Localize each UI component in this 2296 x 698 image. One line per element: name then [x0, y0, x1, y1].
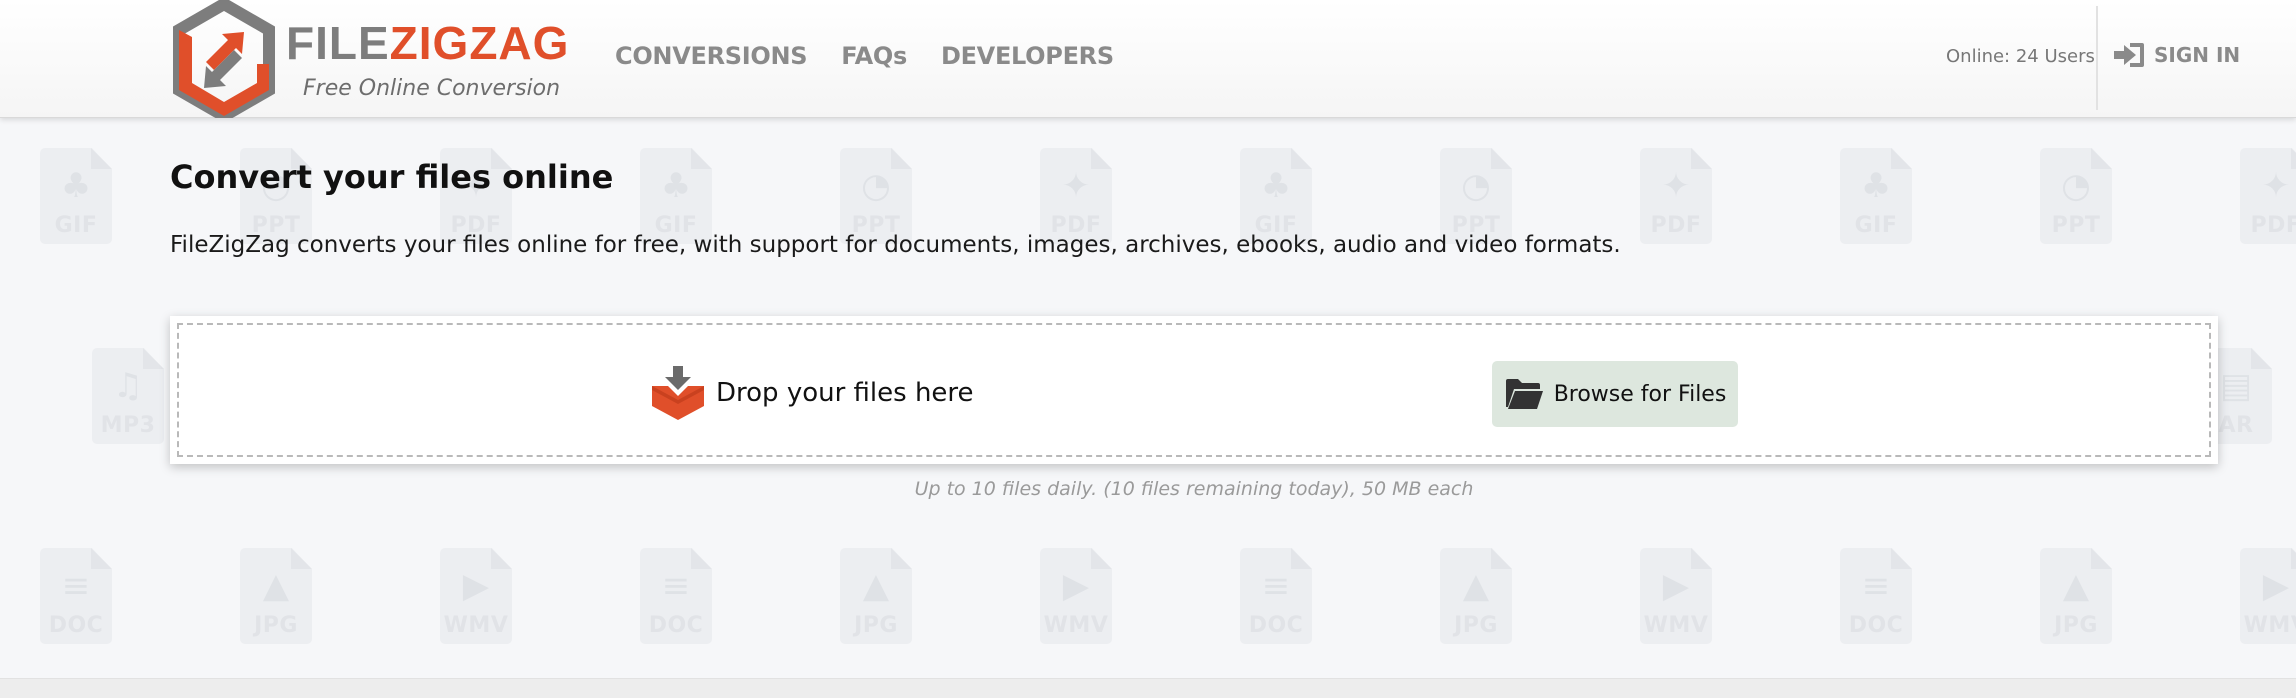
- nav-faqs[interactable]: FAQs: [841, 42, 907, 70]
- drop-target[interactable]: Drop your files here: [650, 364, 974, 422]
- sign-in-icon: [2114, 43, 2144, 67]
- bg-file-icon: ♣ GIF: [640, 148, 712, 244]
- drop-box-icon: [652, 366, 704, 420]
- bg-file-ext: JPG: [254, 613, 298, 638]
- bg-file-ext: GIF: [54, 213, 98, 238]
- bg-file-icon: ♣ GIF: [1240, 148, 1312, 244]
- bg-file-ext: DOC: [1248, 613, 1304, 638]
- intro-text: FileZigZag converts your files online fo…: [170, 232, 1621, 258]
- bg-file-ext: GIF: [1854, 213, 1898, 238]
- file-dropzone[interactable]: Drop your files here Browse for Files: [170, 316, 2218, 464]
- sign-in-label: SIGN IN: [2154, 43, 2241, 67]
- drop-label: Drop your files here: [716, 378, 974, 408]
- bg-file-icon: ▶WMV: [1640, 548, 1712, 644]
- site-header: FILEZIGZAG Free Online Conversion CONVER…: [0, 0, 2296, 118]
- bg-file-icon: ◔ PPT: [2040, 148, 2112, 244]
- bg-file-icon: ♣ GIF: [1840, 148, 1912, 244]
- bg-file-ext: DOC: [48, 613, 104, 638]
- bg-file-icon: ▲ JPG: [840, 548, 912, 644]
- zigzag-logo-icon: [173, 0, 275, 118]
- bg-file-icon: ▲ JPG: [240, 548, 312, 644]
- bg-file-ext: PDF: [2250, 213, 2296, 238]
- bg-file-icon: ✦ PDF: [1640, 148, 1712, 244]
- site-logo[interactable]: FILEZIGZAG Free Online Conversion: [168, 0, 568, 118]
- bg-file-icon: ◔ PPT: [840, 148, 912, 244]
- bg-file-icon: ✦ PDF: [2240, 148, 2296, 244]
- bottom-strip: [0, 678, 2296, 698]
- logo-wordmark: FILEZIGZAG: [286, 20, 569, 66]
- online-users-count: Online: 24 Users: [1946, 46, 2095, 67]
- bg-file-icon: ▲ JPG: [2040, 548, 2112, 644]
- bg-file-ext: JPG: [2054, 613, 2098, 638]
- bg-file-ext: DOC: [1848, 613, 1904, 638]
- bg-file-ext: WMV: [443, 613, 509, 638]
- bg-file-icon: ▶WMV: [1040, 548, 1112, 644]
- bg-file-icon: ♣ GIF: [40, 148, 112, 244]
- nav-developers[interactable]: DEVELOPERS: [941, 42, 1114, 70]
- folder-icon: [1505, 379, 1543, 409]
- sign-in-link[interactable]: SIGN IN: [2112, 40, 2240, 70]
- logo-word-zigzag: ZIGZAG: [389, 17, 570, 69]
- bg-file-ext: WMV: [1643, 613, 1709, 638]
- logo-word-file: FILE: [286, 17, 390, 69]
- browse-files-button[interactable]: Browse for Files: [1492, 361, 1738, 427]
- bg-file-ext: WMV: [1043, 613, 1109, 638]
- nav-conversions[interactable]: CONVERSIONS: [615, 42, 808, 70]
- bg-file-icon: ▶WMV: [440, 548, 512, 644]
- upload-limit-note: Up to 10 files daily. (10 files remainin…: [914, 478, 1474, 500]
- bg-file-ext: JPG: [854, 613, 898, 638]
- bg-file-icon: ▶WMV: [2240, 548, 2296, 644]
- bg-file-icon: ✦ PDF: [1040, 148, 1112, 244]
- bg-file-icon: ◔ PPT: [1440, 148, 1512, 244]
- browse-label: Browse for Files: [1553, 381, 1727, 407]
- logo-tagline: Free Online Conversion: [303, 76, 561, 101]
- bg-file-ext: PDF: [1650, 213, 1702, 238]
- bg-file-icon: ♫ MP3: [92, 348, 164, 444]
- bg-file-ext: WMV: [2243, 613, 2296, 638]
- page-title: Convert your files online: [170, 158, 614, 196]
- bg-file-icon: ≡ DOC: [40, 548, 112, 644]
- bg-file-ext: JPG: [1454, 613, 1498, 638]
- bg-file-ext: PPT: [2051, 213, 2101, 238]
- header-divider: [2096, 6, 2098, 110]
- bg-file-icon: ▲ JPG: [1440, 548, 1512, 644]
- bg-file-icon: ≡ DOC: [640, 548, 712, 644]
- main-nav: CONVERSIONS FAQs DEVELOPERS: [615, 42, 1114, 70]
- bg-file-icon: ≡ DOC: [1240, 548, 1312, 644]
- bg-file-ext: DOC: [648, 613, 704, 638]
- dropzone-border: [177, 323, 2211, 457]
- bg-file-ext: MP3: [100, 413, 156, 438]
- bg-file-icon: ≡ DOC: [1840, 548, 1912, 644]
